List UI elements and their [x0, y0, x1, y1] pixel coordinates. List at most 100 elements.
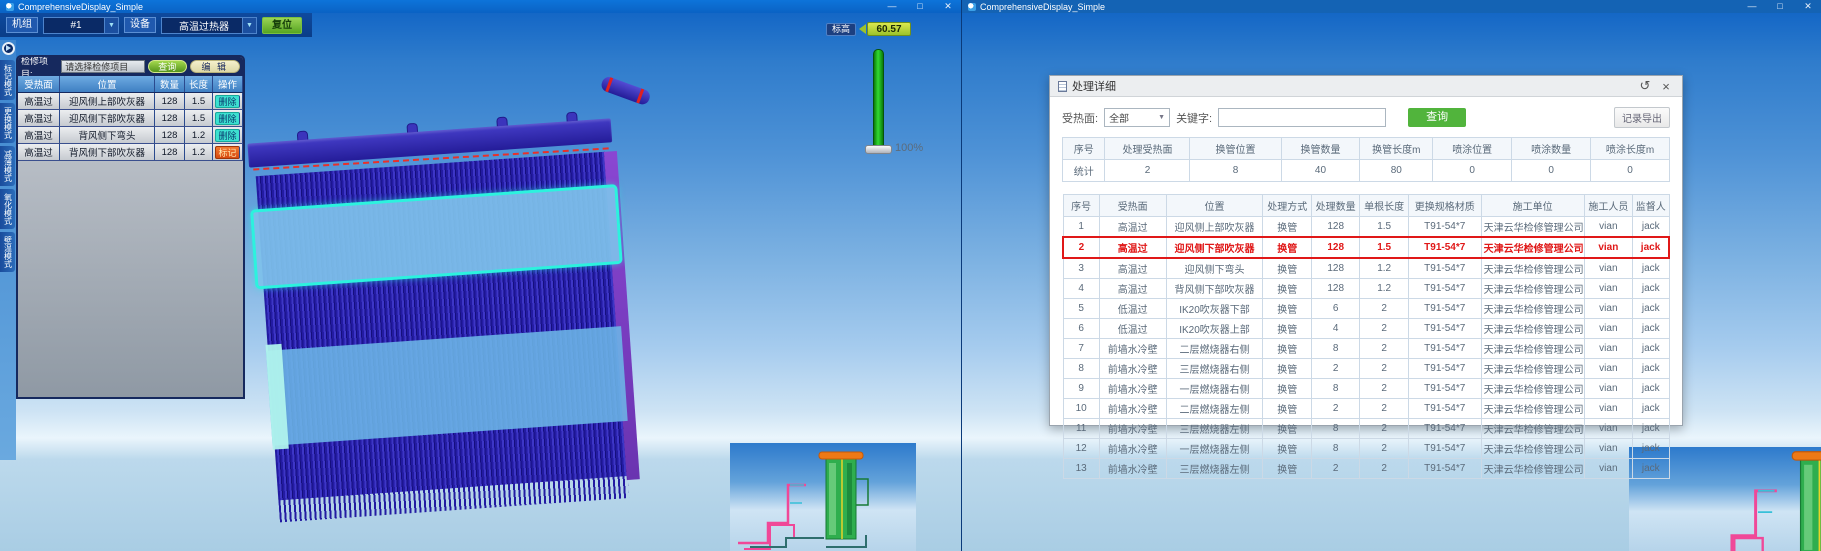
table-row[interactable]: 7前墙水冷壁二层燃烧器右侧换管82T91-54*7天津云华检修管理公司vianj…: [1063, 339, 1669, 359]
table-row[interactable]: 11前墙水冷壁三层燃烧器左侧换管82T91-54*7天津云华检修管理公司vian…: [1063, 419, 1669, 439]
table-row[interactable]: 1高温过迎风侧上部吹灰器换管1281.5T91-54*7天津云华检修管理公司vi…: [1063, 217, 1669, 238]
table-cell: 换管: [1263, 379, 1311, 399]
close-icon[interactable]: ✕: [1801, 1, 1815, 12]
mark-button[interactable]: 标记: [215, 146, 240, 159]
repair-table-row[interactable]: 高温过迎风侧上部吹灰器1281.5删除: [18, 93, 243, 110]
right-window-title: ComprehensiveDisplay_Simple: [980, 2, 1105, 12]
table-cell: 天津云华检修管理公司: [1481, 399, 1584, 419]
mode-tab-5[interactable]: 壁温模式: [0, 232, 15, 272]
repair-cell-surface: 高温过: [18, 127, 60, 143]
dialog-titlebar: 处理详细 ↺ ×: [1050, 76, 1682, 97]
gauge-bar[interactable]: [873, 49, 884, 148]
maximize-icon[interactable]: □: [913, 1, 927, 12]
table-cell: 128: [1311, 217, 1359, 238]
mode-tab-2[interactable]: 更换模式: [0, 103, 15, 143]
delete-button[interactable]: 删除: [215, 112, 240, 125]
repair-column-header: 数量: [155, 76, 185, 92]
table-row[interactable]: 6低温过IK20吹灰器上部换管42T91-54*7天津云华检修管理公司vianj…: [1063, 319, 1669, 339]
table-cell: 2: [1360, 439, 1408, 459]
table-cell: 三层燃烧器右侧: [1166, 359, 1263, 379]
keyword-input[interactable]: [1218, 108, 1386, 127]
table-cell: 天津云华检修管理公司: [1481, 258, 1584, 279]
column-header: 受热面: [1099, 195, 1166, 217]
table-cell: vian: [1584, 459, 1632, 479]
table-cell: 2: [1311, 359, 1359, 379]
export-records-button[interactable]: 记录导出: [1614, 107, 1670, 128]
minimize-icon[interactable]: —: [1745, 1, 1759, 12]
table-cell: 0: [1591, 160, 1670, 182]
dialog-query-button[interactable]: 查询: [1408, 108, 1466, 127]
table-cell: 天津云华检修管理公司: [1481, 319, 1584, 339]
table-cell: 低温过: [1099, 299, 1166, 319]
table-cell: 8: [1311, 439, 1359, 459]
table-cell: 天津云华检修管理公司: [1481, 419, 1584, 439]
query-button[interactable]: 查询: [148, 60, 187, 73]
table-cell: T91-54*7: [1408, 279, 1481, 299]
surface-filter-select[interactable]: 全部 ▼: [1104, 108, 1170, 127]
minimize-icon[interactable]: —: [885, 1, 899, 12]
repair-table-header: 受热面位置数量长度操作: [18, 76, 243, 93]
table-cell: 天津云华检修管理公司: [1481, 339, 1584, 359]
table-cell: 6: [1311, 299, 1359, 319]
boiler-minimap[interactable]: [730, 443, 916, 551]
repair-table-row[interactable]: 高温过迎风侧下部吹灰器1281.5删除: [18, 110, 243, 127]
table-row[interactable]: 8前墙水冷壁三层燃烧器右侧换管22T91-54*7天津云华检修管理公司vianj…: [1063, 359, 1669, 379]
mode-tab-1[interactable]: 标记模式: [0, 60, 15, 100]
table-cell: 4: [1311, 319, 1359, 339]
table-cell: 换管: [1263, 217, 1311, 238]
table-cell: T91-54*7: [1408, 217, 1481, 238]
elevation-label: 标高: [826, 23, 856, 36]
repair-cell-surface: 高温过: [18, 144, 60, 160]
table-row[interactable]: 统计284080000: [1063, 160, 1670, 182]
table-cell: 8: [1311, 339, 1359, 359]
unit-select[interactable]: #1 ▼: [43, 17, 119, 34]
repair-cell-qty: 128: [155, 144, 185, 160]
dialog-close-icon[interactable]: ×: [1658, 79, 1674, 94]
repair-column-header: 受热面: [18, 76, 60, 92]
table-row[interactable]: 4高温过背风侧下部吹灰器换管1281.2T91-54*7天津云华检修管理公司vi…: [1063, 279, 1669, 299]
reset-button[interactable]: 复位: [262, 17, 302, 34]
table-cell: T91-54*7: [1408, 299, 1481, 319]
chevron-down-icon: ▼: [1158, 114, 1165, 121]
table-cell: 2: [1063, 237, 1099, 258]
table-cell: 三层燃烧器左侧: [1166, 419, 1263, 439]
table-cell: 2: [1360, 459, 1408, 479]
highlighted-table-row[interactable]: 2高温过迎风侧下部吹灰器换管1281.5T91-54*7天津云华检修管理公司vi…: [1063, 237, 1669, 258]
left-window-title: ComprehensiveDisplay_Simple: [18, 2, 143, 12]
delete-button[interactable]: 删除: [215, 129, 240, 142]
restore-icon[interactable]: ↺: [1637, 78, 1653, 94]
repair-item-select[interactable]: 请选择检修项目: [61, 60, 145, 73]
table-cell: 天津云华检修管理公司: [1481, 279, 1584, 299]
table-cell: 迎风侧下弯头: [1166, 258, 1263, 279]
repair-panel: 检修项目: 请选择检修项目 查询 编 辑 受热面位置数量长度操作 高温过迎风侧上…: [16, 55, 245, 399]
table-row[interactable]: 5低温过IK20吹灰器下部换管62T91-54*7天津云华检修管理公司vianj…: [1063, 299, 1669, 319]
column-header: 处理数量: [1311, 195, 1359, 217]
table-cell: 一层燃烧器右侧: [1166, 379, 1263, 399]
repair-table-row[interactable]: 高温过背风侧下弯头1281.2删除: [18, 127, 243, 144]
table-row[interactable]: 13前墙水冷壁三层燃烧器左侧换管22T91-54*7天津云华检修管理公司vian…: [1063, 459, 1669, 479]
treatment-detail-dialog: 处理详细 ↺ × 受热面: 全部 ▼ 关键字: 查询 记录导出 序号处理受热面换…: [1049, 75, 1683, 426]
table-row[interactable]: 9前墙水冷壁一层燃烧器右侧换管82T91-54*7天津云华检修管理公司vianj…: [1063, 379, 1669, 399]
edit-button[interactable]: 编 辑: [190, 60, 240, 73]
gauge-slider-handle[interactable]: [865, 145, 892, 154]
table-row[interactable]: 12前墙水冷壁一层燃烧器左侧换管82T91-54*7天津云华检修管理公司vian…: [1063, 439, 1669, 459]
repair-cell-position: 背风侧下部吹灰器: [60, 144, 155, 160]
close-icon[interactable]: ✕: [941, 1, 955, 12]
table-cell: 8: [1311, 419, 1359, 439]
table-cell: vian: [1584, 379, 1632, 399]
repair-cell-action: 标记: [213, 144, 243, 160]
table-cell: vian: [1584, 359, 1632, 379]
table-row[interactable]: 10前墙水冷壁二层燃烧器左侧换管22T91-54*7天津云华检修管理公司vian…: [1063, 399, 1669, 419]
mode-tab-4[interactable]: 氧化模式: [0, 189, 15, 229]
table-row[interactable]: 3高温过迎风侧下弯头换管1281.2T91-54*7天津云华检修管理公司vian…: [1063, 258, 1669, 279]
device-select[interactable]: 高温过热器 ▼: [161, 17, 257, 34]
table-cell: 2: [1360, 359, 1408, 379]
maximize-icon[interactable]: □: [1773, 1, 1787, 12]
table-cell: 11: [1063, 419, 1099, 439]
mode-tab-3[interactable]: 减薄模式: [0, 146, 15, 186]
table-cell: 12: [1063, 439, 1099, 459]
superheater-3d-model[interactable]: [235, 57, 662, 520]
delete-button[interactable]: 删除: [215, 95, 240, 108]
repair-table-row[interactable]: 高温过背风侧下部吹灰器1281.2标记: [18, 144, 243, 161]
table-cell: 迎风侧下部吹灰器: [1166, 237, 1263, 258]
